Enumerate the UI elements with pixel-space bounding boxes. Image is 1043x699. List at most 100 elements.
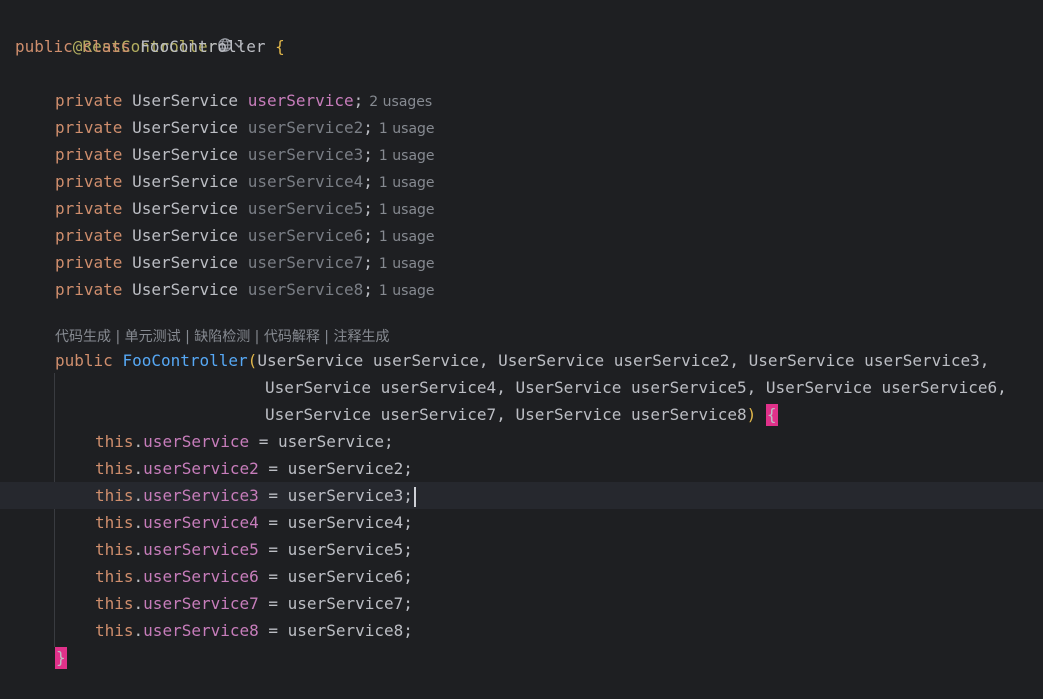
assignment-rhs: = userService; bbox=[249, 432, 394, 451]
code-line-constructor-params[interactable]: UserService userService4, UserService us… bbox=[0, 374, 1043, 401]
semicolon: ; bbox=[353, 91, 364, 110]
keyword-private: private bbox=[55, 199, 123, 218]
assignment-rhs: = userService6; bbox=[258, 567, 413, 586]
field-type: UserService bbox=[132, 226, 239, 245]
field-name: userService8 bbox=[247, 280, 364, 299]
keyword-private: private bbox=[55, 172, 123, 191]
keyword-this: this bbox=[95, 567, 134, 586]
usages-hint[interactable]: 1 usage bbox=[379, 148, 435, 164]
code-line-field[interactable]: private UserService userService5; 1 usage bbox=[0, 195, 1043, 222]
keyword-this: this bbox=[95, 540, 134, 559]
code-line-assignment[interactable]: this.userService6 = userService6; bbox=[0, 563, 1043, 590]
semicolon: ; bbox=[363, 145, 373, 164]
keyword-private: private bbox=[55, 226, 123, 245]
class-name: FooController bbox=[140, 37, 266, 56]
code-line-assignment[interactable]: this.userService5 = userService5; bbox=[0, 536, 1043, 563]
code-line-assignment[interactable]: this.userService7 = userService7; bbox=[0, 590, 1043, 617]
keyword-this: this bbox=[95, 486, 134, 505]
usages-hint[interactable]: 1 usage bbox=[379, 256, 435, 272]
field-name: userService7 bbox=[247, 253, 364, 272]
class-open-brace: { bbox=[275, 37, 285, 56]
code-line-close-brace[interactable]: } bbox=[0, 644, 1043, 671]
usages-hint[interactable]: 1 usage bbox=[379, 202, 435, 218]
dot: . bbox=[133, 594, 144, 613]
constructor-params: UserService userService7, UserService us… bbox=[265, 405, 747, 424]
field-name: userService4 bbox=[247, 172, 364, 191]
keyword-private: private bbox=[55, 280, 123, 299]
assignment-rhs: = userService2; bbox=[258, 459, 413, 478]
keyword-private: private bbox=[55, 118, 123, 137]
code-line-field[interactable]: private UserService userService7; 1 usage bbox=[0, 249, 1043, 276]
field-ref: userService4 bbox=[143, 513, 259, 532]
field-name: userService bbox=[247, 91, 354, 110]
usages-hint[interactable]: 1 usage bbox=[379, 283, 435, 299]
constructor-name: FooController bbox=[122, 351, 248, 370]
code-line-assignment[interactable]: this.userService8 = userService8; bbox=[0, 617, 1043, 644]
matched-close-brace: } bbox=[55, 647, 67, 669]
keyword-public: public bbox=[15, 37, 73, 56]
field-type: UserService bbox=[132, 280, 239, 299]
code-line-field[interactable]: private UserService userService6; 1 usage bbox=[0, 222, 1043, 249]
keyword-private: private bbox=[55, 91, 123, 110]
field-type: UserService bbox=[132, 253, 239, 272]
semicolon: ; bbox=[363, 172, 373, 191]
code-line-assignment[interactable]: this.userService2 = userService2; bbox=[0, 455, 1043, 482]
code-line-field[interactable]: private UserService userService; 2 usages bbox=[0, 87, 1043, 114]
code-line-field[interactable]: private UserService userService8; 1 usage bbox=[0, 276, 1043, 303]
code-line-annotation[interactable]: @RestController bbox=[0, 6, 1043, 56]
text-caret bbox=[413, 486, 416, 507]
keyword-this: this bbox=[95, 594, 134, 613]
keyword-this: this bbox=[95, 513, 134, 532]
usages-hint[interactable]: 2 usages bbox=[369, 94, 432, 110]
keyword-this: this bbox=[95, 621, 134, 640]
field-ref: userService bbox=[143, 432, 250, 451]
field-type: UserService bbox=[132, 118, 239, 137]
code-line-field[interactable]: private UserService userService2; 1 usage bbox=[0, 114, 1043, 141]
semicolon: ; bbox=[363, 199, 373, 218]
code-line-assignment[interactable]: this.userService = userService; bbox=[0, 428, 1043, 455]
code-line-field[interactable]: private UserService userService3; 1 usage bbox=[0, 141, 1043, 168]
matched-open-brace: { bbox=[765, 404, 778, 426]
code-line-constructor-params[interactable]: UserService userService7, UserService us… bbox=[0, 401, 1043, 428]
field-ref: userService2 bbox=[143, 459, 259, 478]
usages-hint[interactable]: 1 usage bbox=[379, 229, 435, 245]
usages-hint[interactable]: 1 usage bbox=[379, 175, 435, 191]
keyword-public: public bbox=[55, 351, 113, 370]
field-type: UserService bbox=[132, 91, 239, 110]
field-ref: userService5 bbox=[143, 540, 259, 559]
semicolon: ; bbox=[363, 253, 373, 272]
keyword-private: private bbox=[55, 253, 123, 272]
keyword-private: private bbox=[55, 145, 123, 164]
field-name: userService3 bbox=[247, 145, 364, 164]
assignment-rhs: = userService5; bbox=[258, 540, 413, 559]
dot: . bbox=[133, 567, 144, 586]
assignment-rhs: = userService8; bbox=[258, 621, 413, 640]
field-ref: userService7 bbox=[143, 594, 259, 613]
code-line-constructor[interactable]: public FooController(UserService userSer… bbox=[0, 347, 1043, 374]
dot: . bbox=[133, 459, 144, 478]
field-name: userService5 bbox=[247, 199, 364, 218]
code-line-assignment[interactable]: this.userService4 = userService4; bbox=[0, 509, 1043, 536]
semicolon: ; bbox=[363, 280, 373, 299]
constructor-params: UserService userService4, UserService us… bbox=[265, 378, 1007, 397]
constructor-params: UserService userService, UserService use… bbox=[257, 351, 990, 370]
usages-hint[interactable]: 1 usage bbox=[379, 121, 435, 137]
field-ref: userService6 bbox=[143, 567, 259, 586]
field-name: userService2 bbox=[247, 118, 364, 137]
field-type: UserService bbox=[132, 145, 239, 164]
code-editor[interactable]: @RestController public class FooControll… bbox=[0, 0, 1043, 699]
dot: . bbox=[133, 486, 144, 505]
paren-open: ( bbox=[247, 351, 258, 370]
paren-close: ) bbox=[746, 405, 757, 424]
field-ref: userService3 bbox=[143, 486, 259, 505]
code-line-field[interactable]: private UserService userService4; 1 usage bbox=[0, 168, 1043, 195]
field-name: userService6 bbox=[247, 226, 364, 245]
keyword-this: this bbox=[95, 432, 134, 451]
code-line-class-declaration[interactable]: public class FooController { bbox=[0, 33, 1043, 60]
semicolon: ; bbox=[363, 118, 373, 137]
dot: . bbox=[133, 513, 144, 532]
keyword-this: this bbox=[95, 459, 134, 478]
code-line-assignment-current[interactable]: this.userService3 = userService3; bbox=[0, 482, 1043, 509]
keyword-class: class bbox=[82, 37, 131, 56]
field-type: UserService bbox=[132, 199, 239, 218]
